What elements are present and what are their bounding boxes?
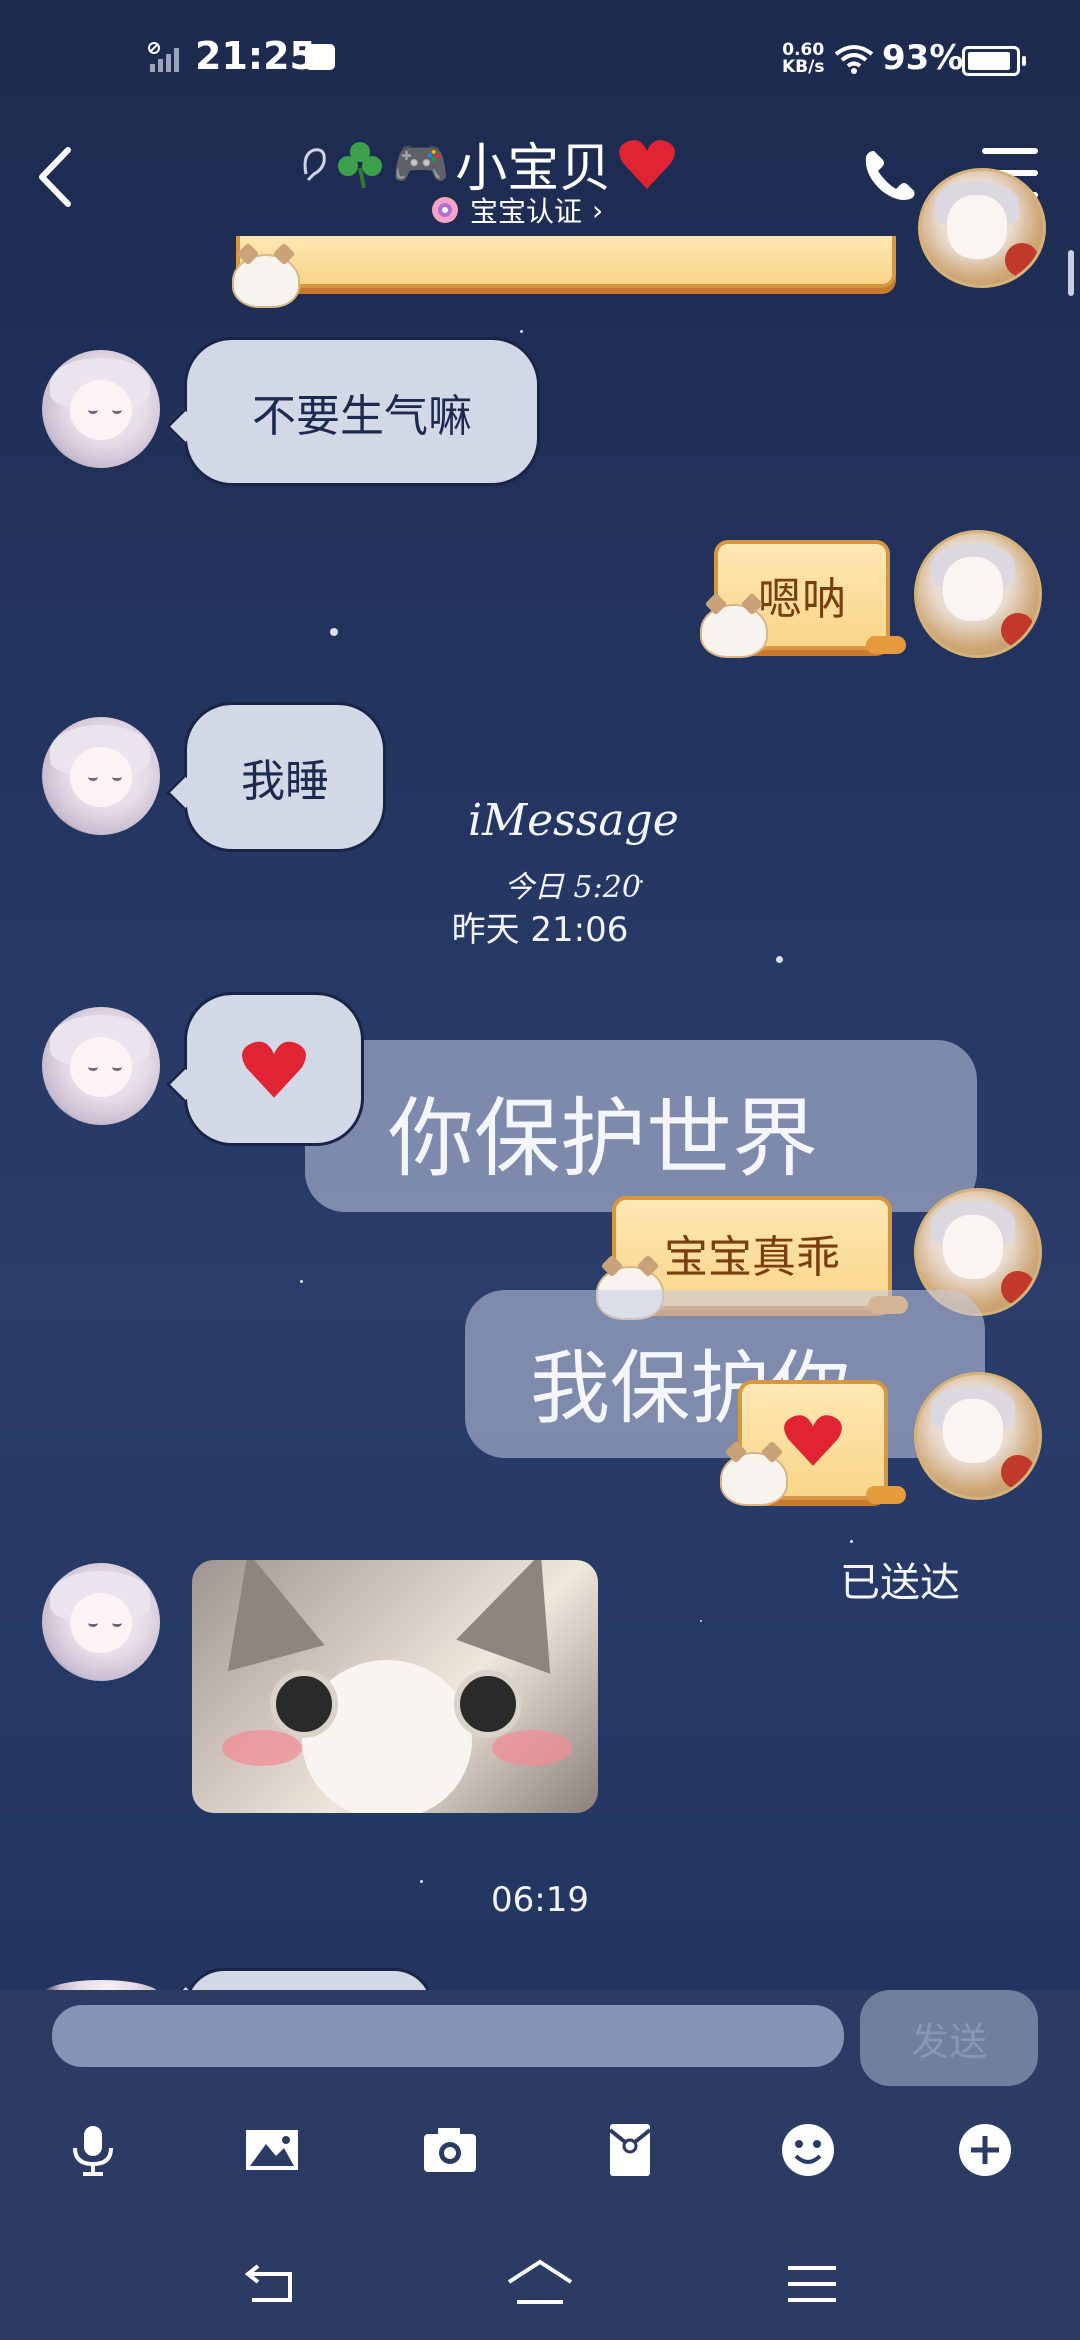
phone-icon[interactable] [860,145,920,205]
signal-off-icon [148,42,179,72]
message-input[interactable] [52,2005,844,2067]
red-packet-icon[interactable] [600,2120,660,2180]
timestamp: 06:19 [491,1880,589,1920]
timestamp: 昨天 21:06 [451,910,629,950]
my-avatar[interactable] [914,530,1042,658]
wifi-icon [834,45,874,74]
net-speed: 0.60 KB/s [782,42,824,76]
imessage-time: 今日 5:20 [504,870,641,905]
subtitle-text: 宝宝认证 [470,195,583,228]
chat-subtitle[interactable]: 宝宝认证 › [430,190,603,230]
decor-line-1: 你保护世界 [388,1089,818,1189]
message-bubble[interactable] [184,992,364,1146]
status-bar: 21:25 0.60 KB/s 93% [0,0,1080,120]
clover-icon [338,141,382,188]
heart-icon [784,1415,842,1466]
my-avatar[interactable] [918,168,1046,288]
nav-home-icon[interactable] [505,2256,575,2316]
message-bubble[interactable]: 不要生气嘛 [184,337,540,486]
microphone-icon[interactable] [63,2120,123,2180]
back-arrow-icon[interactable] [30,142,90,212]
subtitle-arrow: › [592,193,604,227]
message-text: 不要生气嘛 [252,390,472,442]
net-speed-unit: KB/s [782,57,825,77]
camera-icon[interactable] [420,2120,480,2180]
cat-sticker-icon [232,254,300,308]
emoji-icon[interactable] [778,2120,838,2180]
game-icon: 🎮 [392,136,450,190]
scroll-end-decor [866,1486,906,1504]
send-label: 发送 [910,2019,987,2064]
heart-icon [242,1041,306,1098]
message-text: 嗯呐 [758,574,846,625]
image-icon[interactable] [242,2120,302,2180]
contact-avatar[interactable] [42,717,160,835]
status-time: 21:25 [195,34,316,78]
message-text: 宝宝真乖 [664,1232,840,1283]
battery-percent: 93% [882,38,964,78]
battery-icon [962,46,1026,76]
delivered-label: 已送达 [840,1560,960,1606]
notification-icon [305,44,335,70]
partial-message[interactable] [236,236,896,288]
heart-icon [619,139,676,189]
cat-sticker-icon [700,604,768,658]
my-avatar[interactable] [914,1372,1042,1500]
system-nav-bar [0,2240,1080,2340]
send-button[interactable]: 发送 [860,1990,1038,2086]
contact-avatar[interactable] [42,350,160,468]
input-toolbar [0,2110,1080,2190]
imessage-label: iMessage [468,795,679,846]
nav-back-icon[interactable] [240,2256,300,2316]
message-bubble[interactable]: 我睡 [184,702,386,852]
image-message[interactable] [192,1560,598,1813]
scrollbar[interactable] [1068,250,1074,296]
contact-avatar[interactable] [42,1563,160,1681]
plus-icon[interactable] [955,2120,1015,2180]
lollipop-icon [432,197,458,223]
nav-menu-icon[interactable] [782,2256,842,2316]
ear-icon [303,147,326,181]
cat-sticker-icon [720,1452,788,1506]
message-text: 我睡 [241,756,329,807]
scroll-end-decor [866,636,906,654]
contact-avatar[interactable] [42,1007,160,1125]
